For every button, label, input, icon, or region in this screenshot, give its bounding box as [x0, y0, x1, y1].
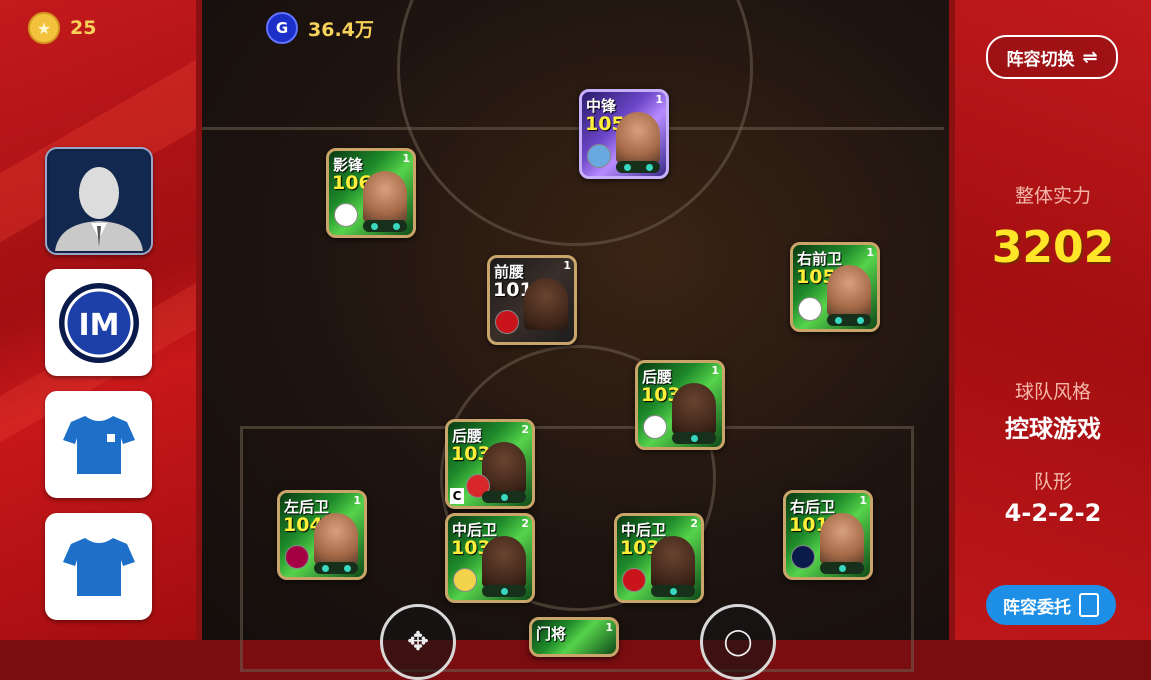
svg-text:IM: IM — [78, 308, 119, 343]
skill-slots — [363, 220, 407, 232]
skill-slots — [616, 161, 660, 173]
manager-button[interactable] — [45, 147, 153, 255]
club-badge-icon — [791, 545, 815, 569]
player-photo — [314, 513, 358, 565]
swap-arrows-icon: ⇌ — [1082, 46, 1098, 68]
skill-slots — [827, 314, 871, 326]
player-card-cb-left[interactable]: 中后卫 103 2 — [445, 513, 535, 603]
team-style-label: 球队风格 — [1014, 381, 1091, 403]
player-card-dm-right[interactable]: 后腰 103 1 — [635, 360, 725, 450]
shirt-icon — [62, 537, 135, 596]
captain-badge: C — [450, 488, 464, 504]
club-badge-icon — [285, 545, 309, 569]
skill-slots — [651, 585, 695, 597]
card-level: 1 — [605, 621, 613, 634]
player-card-rb[interactable]: 右后卫 101 1 — [783, 490, 873, 580]
inter-crest-icon: IM — [58, 282, 139, 363]
player-photo — [672, 383, 716, 435]
player-card-gk[interactable]: 门将 1 — [529, 617, 619, 657]
club-crest-button[interactable]: IM — [45, 269, 152, 376]
card-level: 1 — [711, 364, 719, 377]
pitch-border-right — [949, 0, 955, 640]
gp-counter: G 36.4万 — [266, 12, 374, 44]
player-button[interactable]: ◯ — [700, 604, 776, 680]
move-arrows-icon: ✥ — [407, 627, 429, 657]
skill-slots — [820, 562, 864, 574]
lineup-delegate-label: 阵容委托 — [1003, 597, 1071, 618]
card-level: 1 — [859, 494, 867, 507]
club-badge-icon — [643, 415, 667, 439]
formation-label: 队形 — [1033, 471, 1072, 493]
club-badge-icon — [495, 310, 519, 334]
club-badge-icon — [453, 568, 477, 592]
coin-value: 25 — [70, 17, 97, 39]
team-style-value: 控球游戏 — [1005, 415, 1101, 443]
center-circle — [397, 0, 753, 246]
player-card-cf[interactable]: 中锋 105 1 — [579, 89, 669, 179]
player-card-cb-right[interactable]: 中后卫 103 2 — [614, 513, 704, 603]
club-badge-icon — [334, 203, 358, 227]
card-level: 1 — [866, 246, 874, 259]
player-photo — [482, 536, 526, 588]
player-photo — [616, 112, 660, 164]
player-card-dm-left[interactable]: 后腰 103 2 C — [445, 419, 535, 509]
club-badge-icon — [587, 144, 611, 168]
away-kit-button[interactable] — [45, 513, 152, 620]
clipboard-icon — [1079, 593, 1099, 617]
overall-label: 整体实力 — [1014, 185, 1091, 207]
shirt-icon — [62, 415, 135, 474]
club-badge-icon — [798, 297, 822, 321]
skill-slots — [482, 585, 526, 597]
player-card-rm[interactable]: 右前卫 105 1 — [790, 242, 880, 332]
card-level: 2 — [521, 517, 529, 530]
card-level: 1 — [402, 152, 410, 165]
star-coin-icon: ★ — [28, 12, 60, 44]
card-level: 1 — [563, 259, 571, 272]
card-position: 门将 — [536, 625, 567, 643]
player-photo — [524, 278, 568, 330]
gp-icon: G — [266, 12, 298, 44]
home-kit-button[interactable] — [45, 391, 152, 498]
player-photo — [363, 171, 407, 223]
lineup-switch-label: 阵容切换 — [1006, 49, 1075, 70]
player-card-am[interactable]: 前腰 101 1 — [487, 255, 577, 345]
player-card-ss[interactable]: 影锋 106 1 — [326, 148, 416, 238]
player-card-lb[interactable]: 左后卫 104 1 — [277, 490, 367, 580]
move-button[interactable]: ✥ — [380, 604, 456, 680]
player-icon: ◯ — [723, 627, 753, 657]
formation-value: 4-2-2-2 — [1004, 499, 1102, 527]
player-photo — [651, 536, 695, 588]
card-level: 2 — [521, 423, 529, 436]
manager-silhouette-icon — [49, 151, 149, 251]
skill-slots — [672, 432, 716, 444]
coin-counter: ★ 25 — [28, 12, 96, 44]
player-photo — [827, 265, 871, 317]
club-badge-icon — [622, 568, 646, 592]
lineup-delegate-button[interactable]: 阵容委托 — [986, 585, 1116, 625]
lineup-switch-button[interactable]: 阵容切换 ⇌ — [986, 35, 1118, 79]
player-photo — [820, 513, 864, 565]
gp-value: 36.4万 — [308, 18, 374, 41]
card-level: 1 — [353, 494, 361, 507]
skill-slots — [314, 562, 358, 574]
overall-value: 3202 — [991, 222, 1115, 273]
card-level: 2 — [690, 517, 698, 530]
card-level: 1 — [655, 93, 663, 106]
skill-slots — [482, 491, 526, 503]
pitch-border-left — [196, 0, 202, 640]
right-panel — [955, 0, 1151, 640]
